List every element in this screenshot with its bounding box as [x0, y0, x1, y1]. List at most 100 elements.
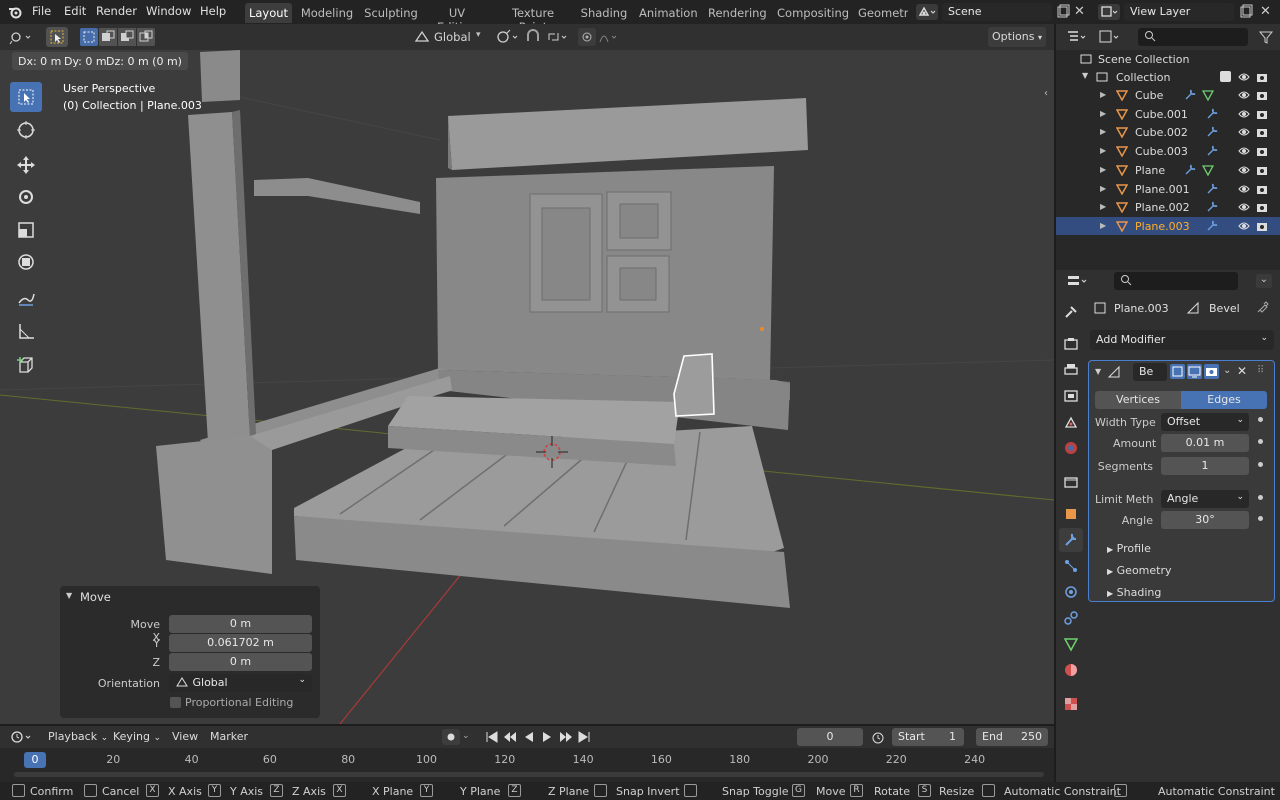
scene-icon[interactable] [916, 4, 938, 20]
modifier-name-field[interactable]: Be [1133, 363, 1167, 381]
menu-help[interactable]: Help [200, 4, 226, 18]
expand-arrow-icon[interactable]: ▶ [1100, 221, 1106, 230]
modifier-wrench-icon[interactable] [1206, 126, 1218, 138]
camera-icon[interactable] [1256, 164, 1268, 176]
move-z-field[interactable]: 0 m [169, 653, 312, 671]
orientation-select[interactable]: Global ⌄ [169, 674, 312, 692]
eye-icon[interactable] [1238, 183, 1250, 195]
tab-layout[interactable]: Layout [245, 3, 292, 23]
move-y-field[interactable]: 0.061702 m [169, 634, 312, 652]
proportional-label[interactable]: Proportional Editing [185, 696, 293, 709]
menu-render[interactable]: Render [96, 4, 137, 18]
jump-end-icon[interactable] [576, 729, 592, 745]
outliner-search-input[interactable] [1138, 28, 1248, 46]
panel-collapse-icon[interactable]: ▼ [66, 591, 72, 600]
keyframe-type-icon[interactable]: ⌄ [462, 731, 470, 741]
tab-modeling[interactable]: Modeling [297, 3, 357, 23]
amount-field[interactable]: 0.01 m [1161, 434, 1249, 452]
outliner-item[interactable]: ▶ Cube.003 [1056, 142, 1280, 160]
move-tool-icon[interactable] [10, 150, 42, 180]
modifier-collapse-icon[interactable]: ▼ [1095, 367, 1101, 376]
timeline-ruler[interactable]: 0 20 40 60 80 100 120 140 160 180 200 220 240 [0, 750, 1054, 770]
outliner-item[interactable]: ▶ Plane.001 [1056, 180, 1280, 198]
jump-start-icon[interactable] [484, 729, 500, 745]
constraints-tab-icon[interactable] [1059, 606, 1083, 630]
marker-menu[interactable]: Marker [210, 730, 248, 743]
tab-geometry-nodes[interactable]: Geometr [858, 3, 908, 23]
eye-icon[interactable] [1238, 126, 1250, 138]
pin-icon[interactable] [1256, 300, 1270, 314]
collapse-sidebar-icon[interactable]: ‹ [1044, 88, 1048, 99]
keyframe-dot-icon[interactable] [1258, 495, 1263, 500]
camera-icon[interactable] [1256, 71, 1268, 83]
view-layer-field[interactable]: View Layer [1124, 3, 1234, 21]
keyframe-dot-icon[interactable] [1258, 439, 1263, 444]
texture-tab-icon[interactable] [1059, 692, 1083, 716]
close-view-layer-icon[interactable]: ✕ [1260, 4, 1274, 20]
keying-menu[interactable]: Keying ⌄ [113, 730, 161, 743]
operator-title[interactable]: Move [80, 590, 111, 604]
angle-field[interactable]: 30° [1161, 511, 1249, 529]
outliner-item[interactable]: ▶ Cube [1056, 86, 1280, 104]
scene-tab-icon[interactable] [1059, 410, 1083, 434]
modifier-wrench-icon[interactable] [1184, 89, 1196, 101]
blender-logo-icon[interactable] [8, 5, 22, 19]
expand-arrow-icon[interactable]: ▶ [1100, 184, 1106, 193]
current-frame-field[interactable]: 0 [797, 728, 863, 746]
mesh-data-icon[interactable] [1201, 89, 1215, 102]
render-tab-icon[interactable] [1059, 332, 1083, 356]
tab-texture-paint[interactable]: Texture Paint [497, 3, 569, 34]
play-reverse-icon[interactable] [521, 729, 537, 745]
transform-tool-icon[interactable] [10, 247, 42, 277]
outliner-item[interactable]: ▶ Cube.002 [1056, 123, 1280, 141]
next-keyframe-icon[interactable] [558, 729, 574, 745]
filter-icon[interactable] [1258, 29, 1274, 45]
tab-compositing[interactable]: Compositing [777, 3, 849, 23]
viewport-toggle-icon[interactable] [1187, 364, 1202, 379]
copy-scene-icon[interactable] [1055, 4, 1071, 20]
menu-window[interactable]: Window [146, 4, 191, 18]
output-tab-icon[interactable] [1059, 358, 1083, 382]
vertices-mode-button[interactable]: Vertices [1095, 391, 1181, 409]
camera-icon[interactable] [1256, 145, 1268, 157]
add-cube-tool-icon[interactable] [10, 351, 42, 381]
modifier-wrench-icon[interactable] [1206, 201, 1218, 213]
modifier-wrench-icon[interactable] [1206, 145, 1218, 157]
tab-uv-editing[interactable]: UV Editing [428, 3, 486, 34]
annotate-tool-icon[interactable] [10, 283, 42, 313]
expand-arrow-icon[interactable]: ▶ [1100, 127, 1106, 136]
select-tool-icon[interactable] [10, 82, 42, 112]
playback-menu[interactable]: Playback ⌄ [48, 730, 108, 743]
copy-view-layer-icon[interactable] [1238, 4, 1254, 20]
preview-range-icon[interactable] [870, 729, 886, 745]
camera-icon[interactable] [1256, 89, 1268, 101]
modifier-tab-icon[interactable] [1059, 528, 1083, 552]
shading-subpanel[interactable]: ▶ Shading [1107, 586, 1161, 599]
eye-icon[interactable] [1238, 164, 1250, 176]
expand-arrow-icon[interactable]: ▶ [1100, 146, 1106, 155]
display-mode-icon[interactable] [1098, 28, 1124, 46]
camera-icon[interactable] [1256, 126, 1268, 138]
view-layer-icon[interactable] [1098, 4, 1120, 20]
segments-field[interactable]: 1 [1161, 457, 1249, 475]
modifier-options-chevron-icon[interactable]: ⌄ [1223, 365, 1231, 376]
eye-icon[interactable] [1238, 201, 1250, 213]
outliner-item[interactable]: ▶ Cube.001 [1056, 105, 1280, 123]
collection-checkbox[interactable] [1220, 71, 1231, 82]
eye-icon[interactable] [1238, 89, 1250, 101]
eye-icon[interactable] [1238, 220, 1250, 232]
outliner-item[interactable]: ▶ Plane.003 [1056, 216, 1280, 235]
eye-icon[interactable] [1238, 145, 1250, 157]
outliner-editor-icon[interactable] [1066, 28, 1092, 46]
properties-search-input[interactable] [1114, 272, 1238, 290]
edit-mode-toggle-icon[interactable] [1170, 364, 1185, 379]
modifier-wrench-icon[interactable] [1206, 108, 1218, 120]
limit-method-select[interactable]: Angle ⌄ [1161, 490, 1249, 508]
profile-subpanel[interactable]: ▶ Profile [1107, 542, 1151, 555]
expand-arrow-icon[interactable]: ▶ [1100, 165, 1106, 174]
expand-arrow-icon[interactable]: ▶ [1100, 109, 1106, 118]
modifier-wrench-icon[interactable] [1206, 183, 1218, 195]
camera-icon[interactable] [1256, 201, 1268, 213]
current-frame-marker[interactable]: 0 [24, 752, 46, 768]
tool-tab-icon[interactable] [1059, 300, 1083, 324]
